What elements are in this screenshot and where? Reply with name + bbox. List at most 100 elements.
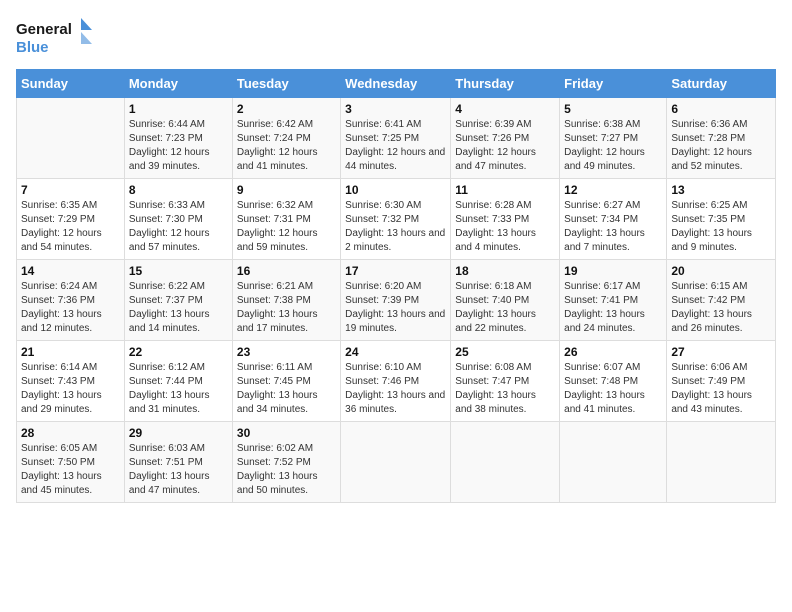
day-number: 26 — [564, 345, 662, 359]
calendar-cell: 11 Sunrise: 6:28 AMSunset: 7:33 PMDayligh… — [451, 179, 560, 260]
weekday-header: Wednesday — [341, 70, 451, 98]
day-info: Sunrise: 6:11 AMSunset: 7:45 PMDaylight:… — [237, 361, 336, 417]
day-info: Sunrise: 6:33 AMSunset: 7:30 PMDaylight:… — [129, 199, 228, 255]
day-number: 22 — [129, 345, 228, 359]
day-info: Sunrise: 6:24 AMSunset: 7:36 PMDaylight:… — [21, 280, 120, 336]
calendar-cell: 27Sunrise: 6:06 AMSunset: 7:49 PMDayligh… — [667, 341, 776, 422]
svg-text:Blue: Blue — [16, 39, 49, 56]
day-info: Sunrise: 6:28 AMSunset: 7:33 PMDaylight:… — [455, 199, 555, 255]
calendar-cell: 12 Sunrise: 6:27 AMSunset: 7:34 PMDayligh… — [560, 179, 667, 260]
calendar-cell: 1Sunrise: 6:44 AMSunset: 7:23 PMDaylight… — [124, 98, 232, 179]
calendar-cell: 26 Sunrise: 6:07 AMSunset: 7:48 PMDayligh… — [560, 341, 667, 422]
day-number: 14 — [21, 264, 120, 278]
calendar-cell: 30 Sunrise: 6:02 AMSunset: 7:52 PMDayligh… — [232, 422, 340, 503]
day-info: Sunrise: 6:22 AMSunset: 7:37 PMDaylight:… — [129, 280, 228, 336]
day-number: 20 — [671, 264, 771, 278]
day-number: 13 — [671, 183, 771, 197]
day-info: Sunrise: 6:39 AMSunset: 7:26 PMDaylight:… — [455, 118, 555, 174]
day-info: Sunrise: 6:27 AMSunset: 7:34 PMDaylight:… — [564, 199, 662, 255]
calendar-cell: 28Sunrise: 6:05 AMSunset: 7:50 PMDayligh… — [17, 422, 125, 503]
calendar-cell: 8Sunrise: 6:33 AMSunset: 7:30 PMDaylight… — [124, 179, 232, 260]
day-info: Sunrise: 6:14 AMSunset: 7:43 PMDaylight:… — [21, 361, 120, 417]
day-number: 10 — [345, 183, 446, 197]
calendar-cell: 25 Sunrise: 6:08 AMSunset: 7:47 PMDayligh… — [451, 341, 560, 422]
day-info: Sunrise: 6:30 AMSunset: 7:32 PMDaylight:… — [345, 199, 446, 255]
calendar-week-row: 7 Sunrise: 6:35 AMSunset: 7:29 PMDaylight… — [17, 179, 776, 260]
calendar-cell — [17, 98, 125, 179]
weekday-header: Sunday — [17, 70, 125, 98]
day-info: Sunrise: 6:08 AMSunset: 7:47 PMDaylight:… — [455, 361, 555, 417]
day-number: 29 — [129, 426, 228, 440]
weekday-header: Thursday — [451, 70, 560, 98]
day-info: Sunrise: 6:35 AMSunset: 7:29 PMDaylight:… — [21, 199, 120, 255]
day-number: 9 — [237, 183, 336, 197]
day-info: Sunrise: 6:21 AMSunset: 7:38 PMDaylight:… — [237, 280, 336, 336]
calendar-cell — [560, 422, 667, 503]
calendar-cell: 21 Sunrise: 6:14 AMSunset: 7:43 PMDayligh… — [17, 341, 125, 422]
day-number: 18 — [455, 264, 555, 278]
day-number: 2 — [237, 102, 336, 116]
day-number: 6 — [671, 102, 771, 116]
day-info: Sunrise: 6:18 AMSunset: 7:40 PMDaylight:… — [455, 280, 555, 336]
calendar-cell — [341, 422, 451, 503]
day-info: Sunrise: 6:36 AMSunset: 7:28 PMDaylight:… — [671, 118, 771, 174]
day-number: 17 — [345, 264, 446, 278]
calendar-cell — [451, 422, 560, 503]
svg-text:General: General — [16, 21, 72, 38]
day-number: 12 — [564, 183, 662, 197]
calendar-cell: 17Sunrise: 6:20 AMSunset: 7:39 PMDayligh… — [341, 260, 451, 341]
calendar-week-row: 1Sunrise: 6:44 AMSunset: 7:23 PMDaylight… — [17, 98, 776, 179]
day-number: 24 — [345, 345, 446, 359]
calendar-cell: 7 Sunrise: 6:35 AMSunset: 7:29 PMDaylight… — [17, 179, 125, 260]
calendar-cell: 18 Sunrise: 6:18 AMSunset: 7:40 PMDayligh… — [451, 260, 560, 341]
day-number: 23 — [237, 345, 336, 359]
weekday-header: Friday — [560, 70, 667, 98]
day-info: Sunrise: 6:07 AMSunset: 7:48 PMDaylight:… — [564, 361, 662, 417]
day-info: Sunrise: 6:41 AMSunset: 7:25 PMDaylight:… — [345, 118, 446, 174]
logo-icon: General Blue — [16, 16, 96, 61]
day-number: 16 — [237, 264, 336, 278]
weekday-header-row: SundayMondayTuesdayWednesdayThursdayFrid… — [17, 70, 776, 98]
day-number: 4 — [455, 102, 555, 116]
logo: General Blue — [16, 16, 96, 61]
calendar-cell: 13 Sunrise: 6:25 AMSunset: 7:35 PMDayligh… — [667, 179, 776, 260]
day-info: Sunrise: 6:38 AMSunset: 7:27 PMDaylight:… — [564, 118, 662, 174]
calendar-cell: 9 Sunrise: 6:32 AMSunset: 7:31 PMDaylight… — [232, 179, 340, 260]
calendar-cell: 5 Sunrise: 6:38 AMSunset: 7:27 PMDaylight… — [560, 98, 667, 179]
calendar-cell: 6 Sunrise: 6:36 AMSunset: 7:28 PMDaylight… — [667, 98, 776, 179]
calendar-cell: 15Sunrise: 6:22 AMSunset: 7:37 PMDayligh… — [124, 260, 232, 341]
day-number: 25 — [455, 345, 555, 359]
calendar-cell — [667, 422, 776, 503]
calendar-cell: 19Sunrise: 6:17 AMSunset: 7:41 PMDayligh… — [560, 260, 667, 341]
page-header: General Blue — [16, 16, 776, 61]
day-number: 7 — [21, 183, 120, 197]
day-number: 11 — [455, 183, 555, 197]
day-number: 28 — [21, 426, 120, 440]
calendar-cell: 20Sunrise: 6:15 AMSunset: 7:42 PMDayligh… — [667, 260, 776, 341]
day-info: Sunrise: 6:32 AMSunset: 7:31 PMDaylight:… — [237, 199, 336, 255]
day-info: Sunrise: 6:12 AMSunset: 7:44 PMDaylight:… — [129, 361, 228, 417]
day-info: Sunrise: 6:44 AMSunset: 7:23 PMDaylight:… — [129, 118, 228, 174]
day-info: Sunrise: 6:03 AMSunset: 7:51 PMDaylight:… — [129, 442, 228, 498]
day-info: Sunrise: 6:02 AMSunset: 7:52 PMDaylight:… — [237, 442, 336, 498]
calendar-cell: 29 Sunrise: 6:03 AMSunset: 7:51 PMDayligh… — [124, 422, 232, 503]
calendar-cell: 24 Sunrise: 6:10 AMSunset: 7:46 PMDayligh… — [341, 341, 451, 422]
calendar-cell: 22 Sunrise: 6:12 AMSunset: 7:44 PMDayligh… — [124, 341, 232, 422]
calendar-cell: 23 Sunrise: 6:11 AMSunset: 7:45 PMDayligh… — [232, 341, 340, 422]
day-number: 21 — [21, 345, 120, 359]
calendar-cell: 10 Sunrise: 6:30 AMSunset: 7:32 PMDayligh… — [341, 179, 451, 260]
day-info: Sunrise: 6:25 AMSunset: 7:35 PMDaylight:… — [671, 199, 771, 255]
day-info: Sunrise: 6:17 AMSunset: 7:41 PMDaylight:… — [564, 280, 662, 336]
day-number: 5 — [564, 102, 662, 116]
day-info: Sunrise: 6:42 AMSunset: 7:24 PMDaylight:… — [237, 118, 336, 174]
weekday-header: Tuesday — [232, 70, 340, 98]
weekday-header: Monday — [124, 70, 232, 98]
day-info: Sunrise: 6:10 AMSunset: 7:46 PMDaylight:… — [345, 361, 446, 417]
calendar-cell: 14 Sunrise: 6:24 AMSunset: 7:36 PMDayligh… — [17, 260, 125, 341]
day-number: 30 — [237, 426, 336, 440]
calendar-week-row: 21 Sunrise: 6:14 AMSunset: 7:43 PMDayligh… — [17, 341, 776, 422]
day-number: 27 — [671, 345, 771, 359]
calendar-week-row: 14 Sunrise: 6:24 AMSunset: 7:36 PMDayligh… — [17, 260, 776, 341]
calendar-table: SundayMondayTuesdayWednesdayThursdayFrid… — [16, 69, 776, 503]
calendar-cell: 2 Sunrise: 6:42 AMSunset: 7:24 PMDaylight… — [232, 98, 340, 179]
